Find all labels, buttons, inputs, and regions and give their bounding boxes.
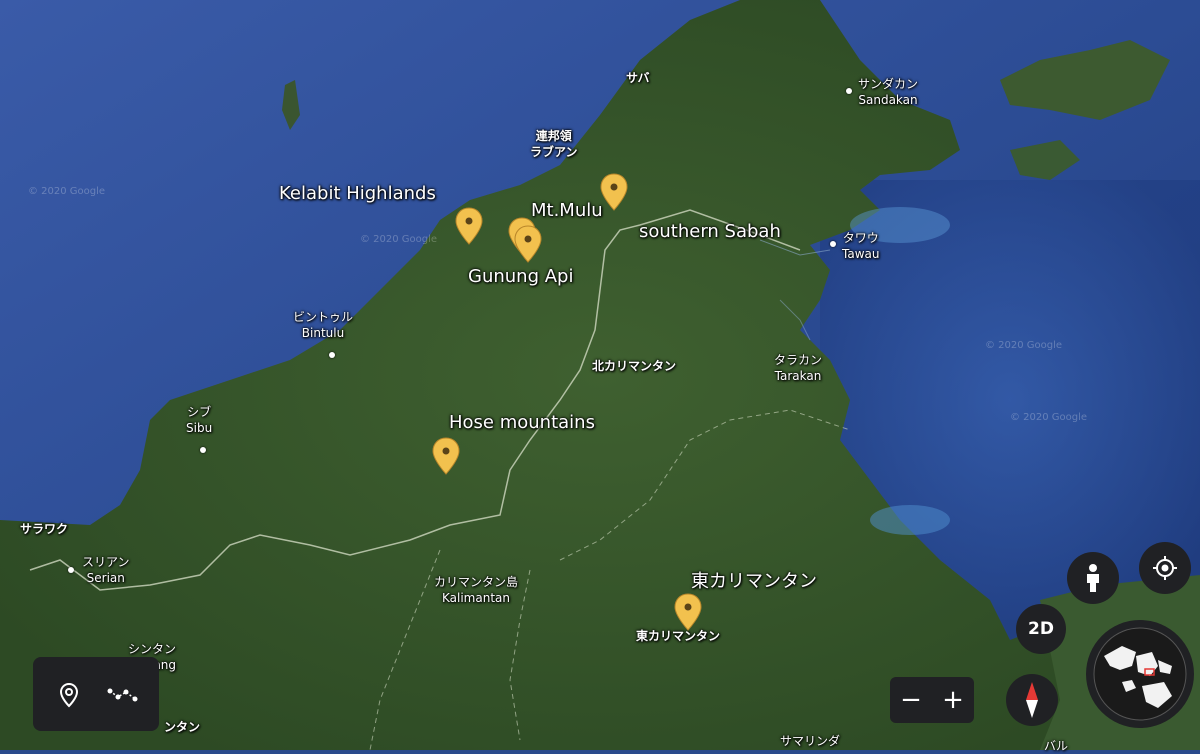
label-central-kalimantan: ンタン	[164, 720, 201, 734]
map-pin-icon[interactable]	[431, 436, 461, 476]
label-sintang-jp: シンタン	[128, 642, 177, 656]
label-kalimantan-en: Kalimantan	[442, 591, 510, 605]
city-dot-sibu	[200, 447, 206, 453]
draw-path-button[interactable]	[105, 679, 141, 711]
placemark-label-mulu: Mt.Mulu	[531, 200, 603, 221]
label-serian-jp: スリアン	[82, 555, 130, 569]
label-samarinda: サマリンダ	[780, 734, 841, 748]
toggle-2d-button[interactable]: 2D	[1016, 604, 1066, 654]
label-tawau-jp: タワウ	[842, 231, 879, 245]
label-bintulu-jp: ビントゥル	[293, 310, 354, 324]
city-dot-bintulu	[329, 352, 335, 358]
label-tarakan-jp: タラカン	[774, 353, 823, 367]
label-serian: スリアン Serian	[82, 554, 130, 586]
label-kalimantan-jp: カリマンタン島	[434, 575, 519, 589]
watermark: © 2020 Google	[985, 340, 1063, 351]
placemark-label-southern-sabah: southern Sabah	[639, 221, 781, 242]
my-location-button[interactable]	[1139, 542, 1191, 594]
label-sandakan: サンダカン Sandakan	[858, 76, 918, 108]
globe-icon	[1093, 627, 1187, 721]
placemark-label-kelabit: Kelabit Highlands	[279, 183, 436, 204]
label-tarakan-en: Tarakan	[774, 369, 822, 383]
city-dot-sandakan	[846, 88, 852, 94]
map-pin-icon[interactable]	[513, 224, 543, 264]
placemark-label-gunung-api: Gunung Api	[468, 266, 574, 287]
path-tool-icon	[107, 688, 138, 702]
label-sabah: サバ	[626, 71, 650, 85]
map-pin-icon[interactable]	[673, 592, 703, 632]
zoom-out-button[interactable]: −	[890, 677, 932, 723]
globe-view[interactable]	[1086, 620, 1194, 728]
label-kalimantan: カリマンタン島 Kalimantan	[434, 574, 518, 606]
label-sarawak: サラワク	[20, 522, 69, 536]
map-pin-icon[interactable]	[599, 172, 629, 212]
zoom-in-button[interactable]: +	[932, 677, 974, 723]
city-dot-tawau	[830, 241, 836, 247]
map-pin-icon	[59, 682, 79, 708]
my-location-icon	[1153, 556, 1177, 580]
label-tarakan: タラカン Tarakan	[774, 352, 822, 384]
placemark-label-east-kalimantan: 東カリマンタン	[691, 571, 817, 592]
label-tawau-en: Tawau	[842, 247, 880, 261]
label-sandakan-jp: サンダカン	[858, 77, 919, 91]
label-sibu: シブ Sibu	[186, 404, 212, 436]
watermark: © 2020 Google	[360, 234, 438, 245]
label-north-kalimantan: 北カリマンタン	[592, 359, 677, 373]
placemark-label-hose: Hose mountains	[449, 412, 595, 433]
pegman-icon	[1087, 564, 1099, 592]
watermark: © 2020 Google	[28, 186, 106, 197]
label-balikpapan: バル	[1044, 739, 1069, 753]
label-bintulu: ビントゥル Bintulu	[293, 309, 353, 341]
map-pin-icon[interactable]	[454, 206, 484, 246]
label-labuan: 連邦領 ラブアン	[530, 128, 578, 160]
city-dot-serian	[68, 567, 74, 573]
label-tawau: タワウ Tawau	[842, 230, 879, 262]
label-sibu-en: Sibu	[186, 421, 213, 435]
reef	[870, 505, 950, 535]
drawing-toolbar	[33, 657, 159, 731]
compass-icon	[1026, 682, 1038, 718]
zoom-control: − +	[890, 677, 974, 723]
label-sibu-jp: シブ	[187, 405, 212, 419]
label-bintulu-en: Bintulu	[301, 326, 345, 340]
label-sandakan-en: Sandakan	[858, 93, 918, 107]
watermark: © 2020 Google	[1010, 412, 1088, 423]
compass-button[interactable]	[1006, 674, 1058, 726]
label-serian-en: Serian	[86, 571, 125, 585]
label-labuan-1: 連邦領	[535, 129, 572, 143]
street-view-button[interactable]	[1067, 552, 1119, 604]
add-placemark-button[interactable]	[53, 679, 85, 711]
label-labuan-2: ラブアン	[530, 145, 578, 159]
